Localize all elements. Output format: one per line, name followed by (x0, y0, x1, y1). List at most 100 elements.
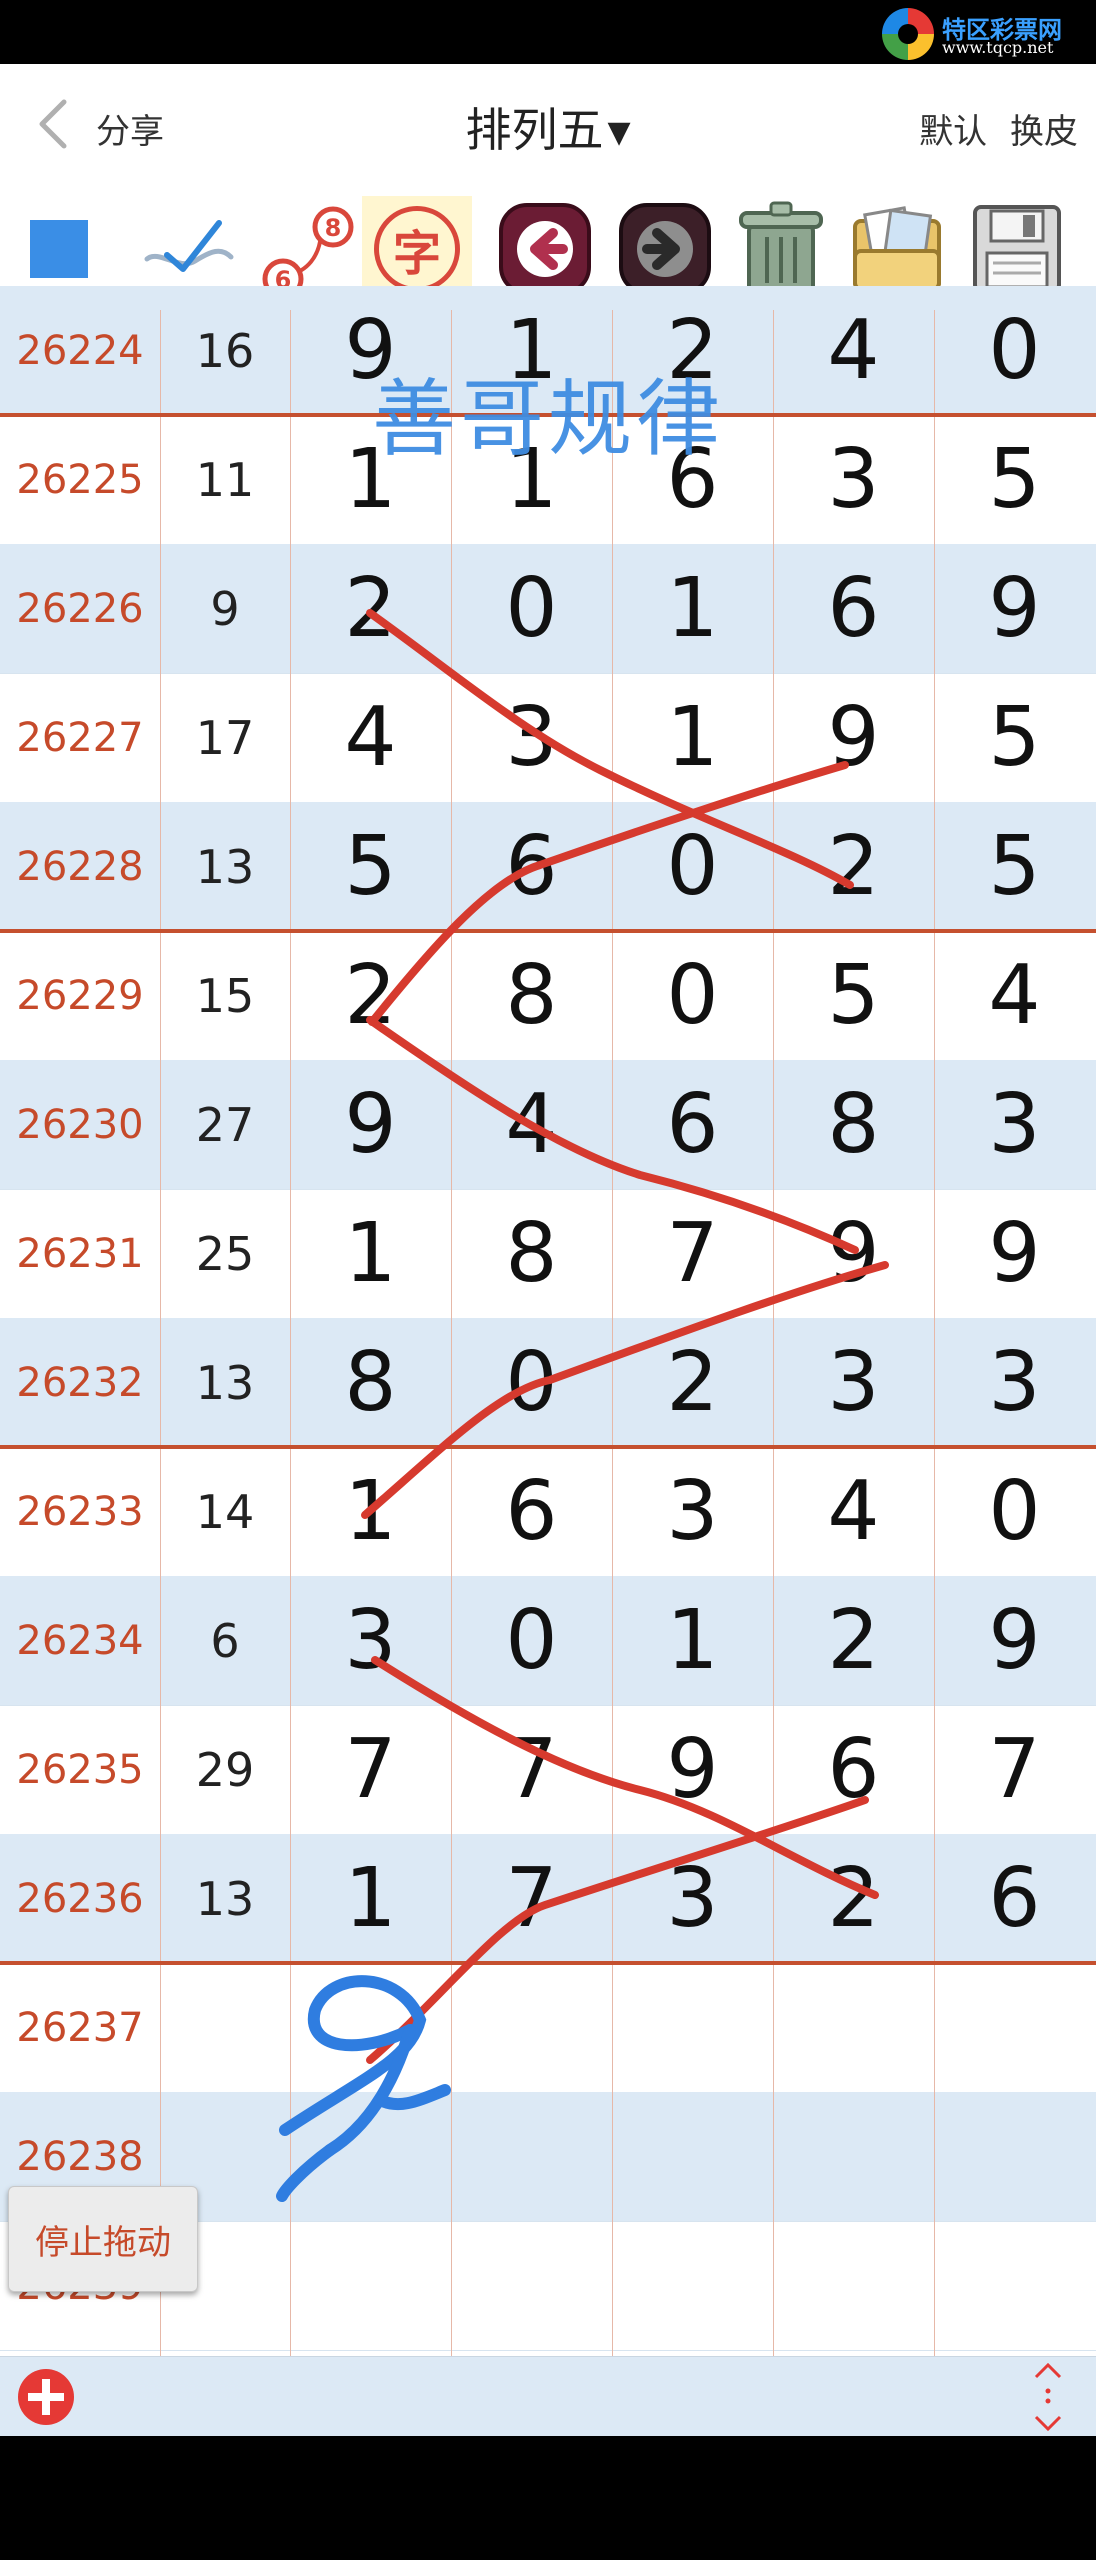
draw-digit: 6 (988, 1851, 1041, 1946)
issue-number: 26228 (16, 843, 144, 890)
change-skin-button[interactable]: 换皮 (1010, 112, 1078, 152)
photo-folder-icon (853, 206, 941, 291)
pen-scribble-icon (144, 220, 234, 272)
draw-digit (773, 1963, 934, 2092)
stop-drag-button[interactable]: 停止拖动 (8, 2186, 198, 2292)
draw-digit (290, 2092, 451, 2221)
ball-top-number: 8 (325, 214, 342, 242)
draw-digit: 0 (666, 819, 719, 914)
watermark: 特区彩票网 www.tqcp.net (882, 8, 1082, 60)
draw-digit: 2 (344, 948, 397, 1043)
dropdown-caret-icon: ▼ (607, 115, 631, 150)
digit-sum: 14 (195, 1484, 255, 1539)
column-divider (160, 310, 161, 2356)
draw-digit (451, 2092, 612, 2221)
lottery-type-selector[interactable]: 排列五 (465, 103, 603, 157)
draw-digit: 9 (666, 1722, 719, 1817)
draw-digit: 2 (666, 1335, 719, 1430)
draw-digit: 0 (988, 1464, 1041, 1559)
draw-digit (451, 1963, 612, 2092)
digit-sum: 13 (195, 1355, 255, 1410)
draw-digit: 5 (988, 819, 1041, 914)
table-row: 26235 29 7 7 9 6 7 (0, 1705, 1096, 1835)
results-table[interactable]: 26224 16 9 1 2 4 0 26225 11 1 1 6 3 5 26226 9 2 0 1 6 9 26227… (0, 286, 1096, 2356)
issue-number: 26237 (16, 2004, 144, 2051)
scroll-arrows-icon[interactable] (1028, 2361, 1068, 2433)
draw-digit: 1 (344, 1206, 397, 1301)
issue-number: 26226 (16, 585, 144, 632)
digit-sum: 13 (195, 839, 255, 894)
issue-number: 26234 (16, 1617, 144, 1664)
draw-digit: 3 (827, 1335, 880, 1430)
table-row: 26230 27 9 4 6 8 3 (0, 1060, 1096, 1190)
draw-digit: 5 (827, 948, 880, 1043)
draw-digit (612, 2221, 773, 2350)
draw-digit: 6 (827, 561, 880, 656)
table-row: 26237 (0, 1963, 1096, 2093)
issue-number: 26227 (16, 714, 144, 761)
digit-sum: 13 (195, 1871, 255, 1926)
column-divider (934, 310, 935, 2356)
draw-digit: 4 (827, 1464, 880, 1559)
draw-digit: 2 (827, 1593, 880, 1688)
group-separator (0, 1445, 1096, 1449)
arrow-left-icon (499, 203, 591, 295)
issue-number: 26232 (16, 1359, 144, 1406)
draw-digit: 6 (827, 1722, 880, 1817)
overlay-caption: 善哥规律 (371, 370, 724, 468)
draw-digit: 1 (666, 1593, 719, 1688)
draw-digit: 4 (344, 690, 397, 785)
column-divider (451, 310, 452, 2356)
draw-digit (773, 2092, 934, 2221)
table-row: 26233 14 1 6 3 4 0 (0, 1447, 1096, 1577)
default-button[interactable]: 默认 (919, 112, 987, 152)
draw-digit (290, 2221, 451, 2350)
draw-digit: 9 (988, 1593, 1041, 1688)
table-row: 26229 15 2 8 0 5 4 (0, 931, 1096, 1061)
header-actions: 默认 换皮 (907, 104, 1078, 153)
draw-digit: 7 (505, 1722, 558, 1817)
draw-digit (612, 1963, 773, 2092)
table-row: 26234 6 3 0 1 2 9 (0, 1576, 1096, 1706)
digit-sum: 29 (195, 1742, 255, 1797)
draw-digit: 9 (988, 561, 1041, 656)
digit-sum: 25 (195, 1226, 255, 1281)
blue-square-icon (30, 220, 88, 278)
draw-digit: 9 (344, 1077, 397, 1172)
digit-sum: 15 (195, 968, 255, 1023)
draw-digit: 7 (988, 1722, 1041, 1817)
draw-digit: 0 (666, 948, 719, 1043)
app-header: 分享 排列五 ▼ 默认 换皮 (0, 64, 1096, 189)
add-plus-icon[interactable] (14, 2365, 78, 2429)
draw-digit: 8 (827, 1077, 880, 1172)
draw-digit: 3 (988, 1077, 1041, 1172)
column-divider (290, 310, 291, 2356)
draw-digit: 7 (505, 1851, 558, 1946)
table-row: 26228 13 5 6 0 2 5 (0, 802, 1096, 932)
draw-digit: 6 (505, 1464, 558, 1559)
character-icon-label: 字 (392, 226, 441, 282)
draw-digit (451, 2221, 612, 2350)
draw-digit: 1 (666, 690, 719, 785)
draw-digit: 0 (505, 561, 558, 656)
draw-digit: 9 (827, 690, 880, 785)
group-separator (0, 1961, 1096, 1965)
draw-digit: 3 (666, 1464, 719, 1559)
draw-digit: 0 (505, 1593, 558, 1688)
digit-sum (160, 1963, 290, 2092)
ball-count-icon: 8 6 (262, 206, 354, 299)
draw-digit (612, 2092, 773, 2221)
draw-digit: 7 (344, 1722, 397, 1817)
issue-number: 26233 (16, 1488, 144, 1535)
digit-sum: 17 (195, 710, 255, 765)
digit-sum: 27 (195, 1097, 255, 1152)
draw-digit (934, 2092, 1095, 2221)
draw-digit (934, 1963, 1095, 2092)
draw-digit (934, 2221, 1095, 2350)
draw-digit (773, 2221, 934, 2350)
issue-number: 26229 (16, 972, 144, 1019)
table-row: 26226 9 2 0 1 6 9 (0, 544, 1096, 674)
draw-digit: 4 (505, 1077, 558, 1172)
draw-digit: 3 (344, 1593, 397, 1688)
draw-digit: 8 (505, 1206, 558, 1301)
